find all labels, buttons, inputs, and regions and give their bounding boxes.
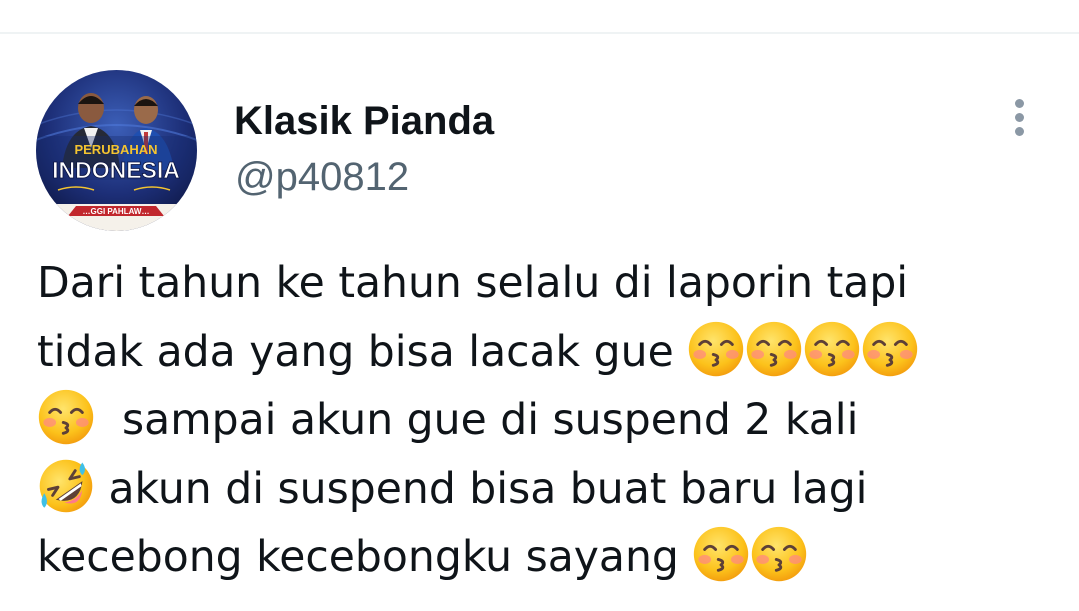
profile-avatar-image: PERUBAHAN INDONESIA …GGI PAHLAW…: [36, 70, 197, 231]
tweet-text-line: Dari tahun ke tahun selalu di laporin ta…: [37, 250, 1057, 319]
tweet-text-line: tidak ada yang bisa lacak gue: [37, 319, 1057, 388]
more-options-button[interactable]: [1000, 96, 1040, 140]
tweet-text-segment: sampai akun gue di suspend 2 kali: [95, 396, 859, 445]
kissing-face-with-smiling-eyes-emoji-icon: [861, 320, 919, 378]
avatar-text-line1: PERUBAHAN: [74, 142, 157, 157]
kissing-face-with-smiling-eyes-emoji-icon: [745, 320, 803, 378]
tweet-text: Dari tahun ke tahun selalu di laporin ta…: [37, 250, 1057, 593]
tweet-text-line: akun di suspend bisa buat baru lagi: [37, 456, 1057, 525]
avatar-bottom-text: …GGI PAHLAW…: [83, 207, 150, 216]
author-display-name[interactable]: Klasik Pianda: [234, 98, 494, 144]
kissing-face-with-smiling-eyes-emoji-icon: [692, 525, 750, 583]
tweet-text-segment: Dari tahun ke tahun selalu di laporin ta…: [37, 259, 909, 308]
tweet-text-line: sampai akun gue di suspend 2 kali: [37, 387, 1057, 456]
kissing-face-with-smiling-eyes-emoji-icon: [803, 320, 861, 378]
tweet-text-segment: akun di suspend bisa buat baru lagi: [95, 464, 868, 514]
tweet-text-segment: kecebong kecebongku sayang: [37, 533, 693, 582]
kissing-face-with-smiling-eyes-emoji-icon: [750, 525, 808, 583]
tweet-text-line: kecebong kecebongku sayang: [37, 524, 1057, 593]
kissing-face-with-smiling-eyes-emoji-icon: [687, 320, 745, 378]
rolling-on-the-floor-laughing-emoji-icon: [37, 457, 95, 515]
kissing-face-with-smiling-eyes-emoji-icon: [37, 388, 95, 446]
author-handle[interactable]: @p40812: [235, 154, 409, 200]
avatar[interactable]: PERUBAHAN INDONESIA …GGI PAHLAW…: [36, 70, 197, 231]
top-divider: [0, 32, 1079, 34]
tweet-text-segment: tidak ada yang bisa lacak gue: [37, 327, 688, 377]
avatar-text-line2: INDONESIA: [52, 157, 180, 183]
